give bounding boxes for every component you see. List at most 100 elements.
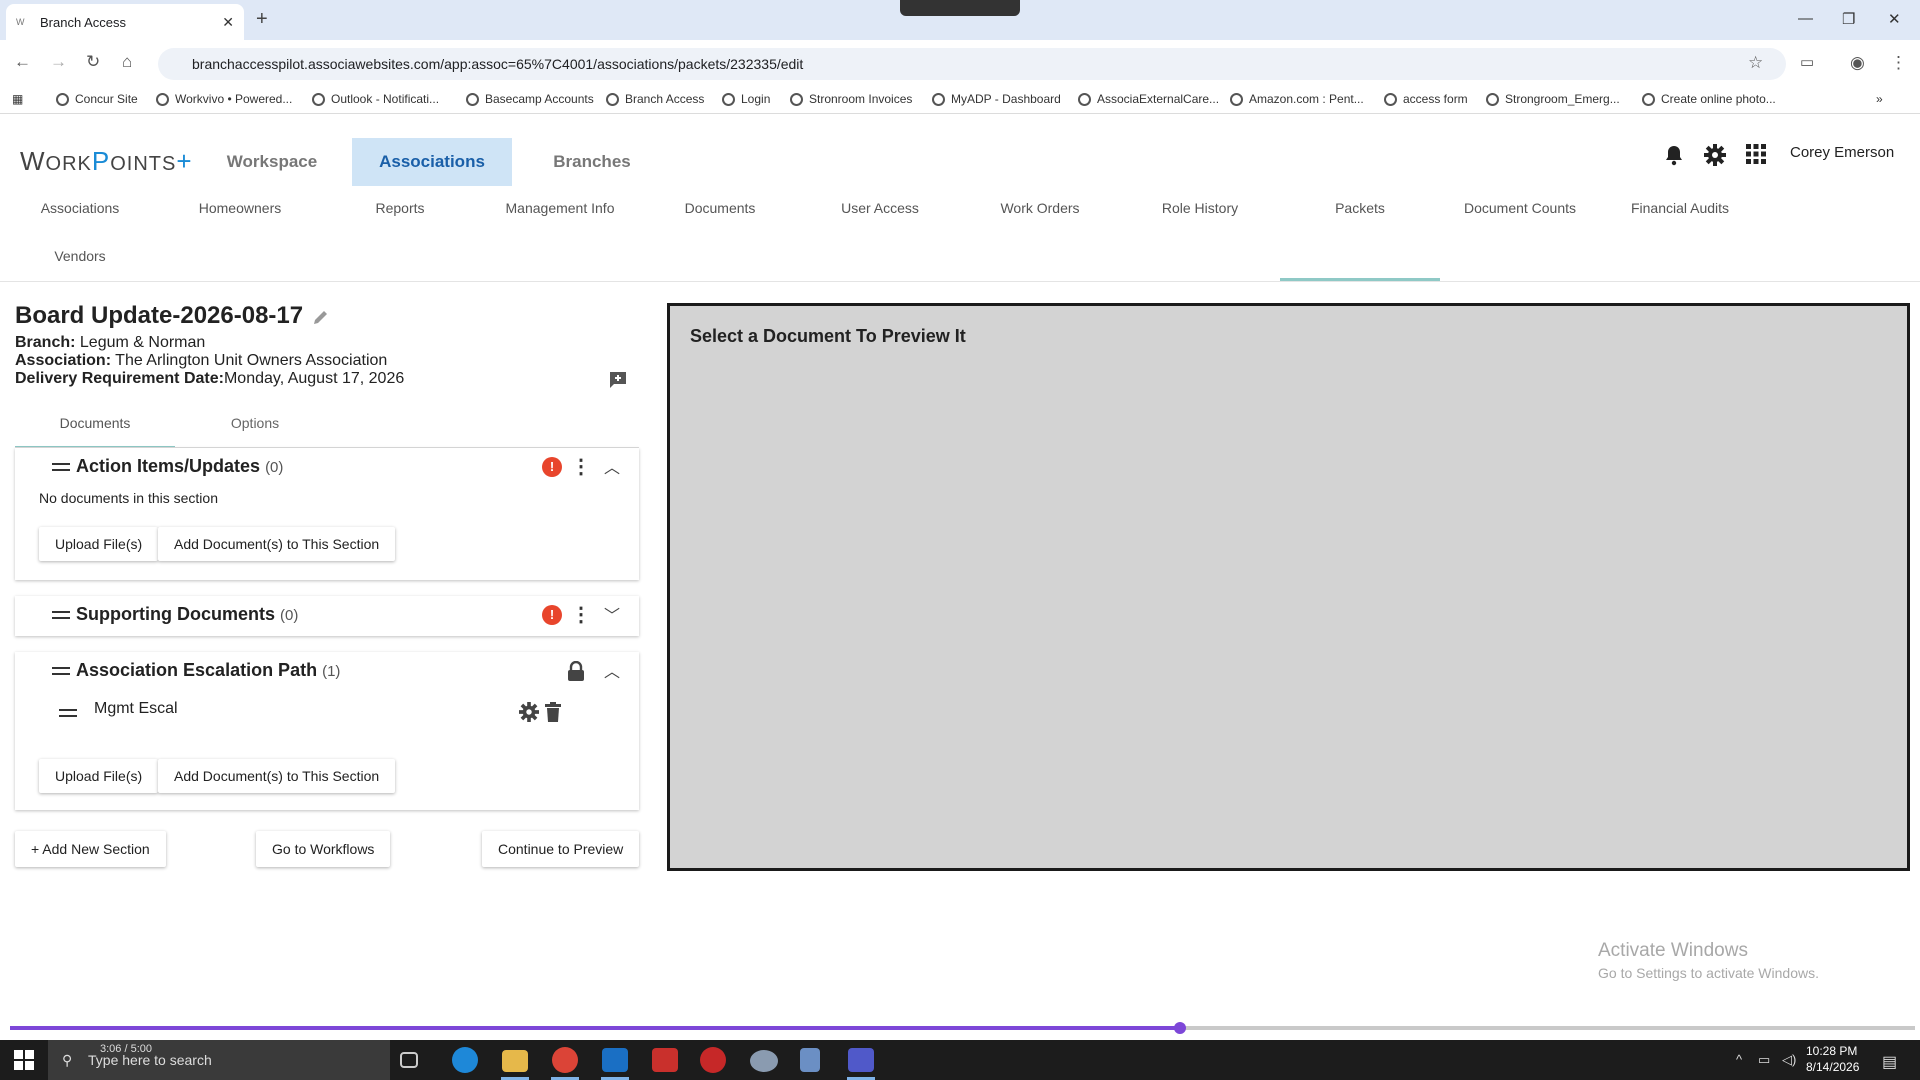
close-window-icon[interactable]: ✕ — [1888, 10, 1901, 28]
continue-to-preview-button[interactable]: Continue to Preview — [482, 831, 640, 867]
bell-icon[interactable] — [1664, 144, 1684, 166]
chrome-icon[interactable] — [552, 1047, 578, 1073]
screen-share-handle[interactable] — [900, 0, 1020, 16]
notification-icon[interactable]: ▤ — [1882, 1052, 1897, 1072]
tab-associations[interactable]: Associations — [352, 138, 512, 186]
subnav-document-counts[interactable]: Document Counts — [1450, 200, 1590, 216]
tab-documents[interactable]: Documents — [15, 412, 175, 448]
tray-chevron-icon[interactable]: ^ — [1736, 1052, 1742, 1067]
bookmark-item[interactable]: Amazon.com : Pent... — [1230, 92, 1364, 106]
app-cloud-icon[interactable] — [750, 1050, 778, 1072]
subnav-reports[interactable]: Reports — [340, 200, 460, 216]
add-documents-button[interactable]: Add Document(s) to This Section — [158, 527, 396, 561]
edit-pencil-icon[interactable] — [312, 308, 330, 326]
subnav-associations[interactable]: Associations — [20, 200, 140, 216]
bookmark-item[interactable]: Basecamp Accounts — [466, 92, 594, 106]
tab-branches[interactable]: Branches — [534, 138, 650, 186]
gear-icon[interactable] — [1704, 144, 1726, 166]
back-icon[interactable]: ← — [14, 52, 31, 72]
upload-files-button[interactable]: Upload File(s) — [39, 759, 159, 793]
notepad-icon[interactable] — [800, 1048, 820, 1072]
lock-icon — [567, 661, 585, 681]
minimize-icon[interactable]: — — [1798, 10, 1813, 27]
bookmark-icon — [1078, 92, 1091, 106]
add-documents-button[interactable]: Add Document(s) to This Section — [158, 759, 396, 793]
user-name[interactable]: Corey Emerson — [1790, 144, 1894, 161]
task-view-icon[interactable] — [400, 1052, 418, 1068]
reload-icon[interactable]: ↻ — [86, 52, 100, 72]
bookmark-item[interactable]: Strongroom_Emerg... — [1486, 92, 1620, 106]
tab-options[interactable]: Options — [190, 412, 320, 434]
url-bar[interactable]: branchaccesspilot.associawebsites.com/ap… — [158, 48, 1786, 80]
section-menu-icon[interactable]: ⋮ — [571, 457, 591, 477]
drag-handle-icon[interactable] — [52, 611, 70, 619]
subnav-vendors[interactable]: Vendors — [20, 248, 140, 264]
system-clock[interactable]: 10:28 PM 8/14/2026 — [1806, 1043, 1859, 1075]
add-comment-icon[interactable] — [608, 370, 628, 390]
document-drag-handle-icon[interactable] — [59, 709, 77, 717]
document-preview-pane: Select a Document To Preview It — [667, 303, 1910, 871]
section-menu-icon[interactable]: ⋮ — [571, 605, 591, 625]
volume-icon[interactable]: ◁) — [1782, 1052, 1796, 1068]
bookmark-item[interactable]: MyADP - Dashboard — [932, 92, 1061, 106]
bookmark-item[interactable]: Branch Access — [606, 92, 704, 106]
outlook-icon[interactable] — [602, 1048, 628, 1072]
app-launcher-icon[interactable] — [1746, 144, 1766, 164]
bookmark-item[interactable]: Workvivo • Powered... — [156, 92, 292, 106]
bookmark-item[interactable]: Outlook - Notificati... — [312, 92, 439, 106]
bookmark-icon — [1486, 92, 1499, 106]
tab-workspace[interactable]: Workspace — [214, 138, 330, 186]
bookmark-item[interactable]: Login — [722, 92, 770, 106]
bookmark-star-icon[interactable]: ☆ — [1748, 53, 1763, 73]
pdf-icon[interactable] — [652, 1048, 678, 1072]
document-settings-gear-icon[interactable] — [519, 702, 539, 722]
expand-chevron-icon[interactable]: ﹀ — [604, 602, 620, 626]
bookmark-item[interactable]: Stronroom Invoices — [790, 92, 912, 106]
subnav-documents[interactable]: Documents — [660, 200, 780, 216]
bookmark-item[interactable]: Concur Site — [56, 92, 138, 106]
browser-tab[interactable]: W Branch Access ✕ — [6, 4, 244, 40]
browser-tab-strip: W Branch Access ✕ + — ❐ ✕ — [0, 0, 1920, 40]
subnav-work-orders[interactable]: Work Orders — [980, 200, 1100, 216]
video-progress-bar[interactable] — [10, 1022, 1915, 1034]
trash-icon[interactable] — [545, 702, 561, 722]
restore-icon[interactable]: ❐ — [1842, 10, 1855, 28]
cast-icon[interactable]: ▭ — [1800, 53, 1814, 71]
apps-grid-icon[interactable]: ▦ — [12, 92, 23, 106]
subnav-role-history[interactable]: Role History — [1140, 200, 1260, 216]
subnav-financial-audits[interactable]: Financial Audits — [1610, 200, 1750, 216]
add-new-section-button[interactable]: + Add New Section — [15, 831, 166, 867]
app-red-icon[interactable] — [700, 1047, 726, 1073]
drag-handle-icon[interactable] — [52, 667, 70, 675]
edge-icon[interactable] — [452, 1047, 478, 1073]
subnav-homeowners[interactable]: Homeowners — [180, 200, 300, 216]
windows-start-icon[interactable] — [14, 1050, 34, 1070]
video-progress-handle[interactable] — [1173, 1022, 1186, 1034]
close-tab-icon[interactable]: ✕ — [222, 14, 234, 31]
collapse-chevron-icon[interactable]: ︿ — [604, 658, 620, 682]
bookmark-label: Stronroom Invoices — [809, 92, 913, 106]
upload-files-button[interactable]: Upload File(s) — [39, 527, 159, 561]
collapse-chevron-icon[interactable]: ︿ — [604, 454, 620, 478]
profile-icon[interactable]: ◉ — [1850, 53, 1865, 73]
subnav-management-info[interactable]: Management Info — [490, 200, 630, 216]
section-count: (0) — [280, 607, 299, 624]
bookmark-item[interactable]: AssociaExternalCare... — [1078, 92, 1219, 106]
bookmark-item[interactable]: Create online photo... — [1642, 92, 1776, 106]
network-icon[interactable]: ▭ — [1758, 1052, 1770, 1068]
browser-menu-icon[interactable]: ⋮ — [1890, 53, 1907, 73]
forward-icon[interactable]: → — [50, 52, 67, 72]
teams-icon[interactable] — [848, 1048, 874, 1072]
more-bookmarks-icon[interactable]: » — [1876, 92, 1883, 106]
bookmark-item[interactable]: access form — [1384, 92, 1468, 106]
new-tab-icon[interactable]: + — [256, 8, 268, 31]
go-to-workflows-button[interactable]: Go to Workflows — [256, 831, 391, 867]
document-name[interactable]: Mgmt Escal — [94, 700, 178, 718]
drag-handle-icon[interactable] — [52, 463, 70, 471]
file-explorer-icon[interactable] — [502, 1050, 528, 1072]
empty-section-text: No documents in this section — [39, 490, 218, 506]
subnav-user-access[interactable]: User Access — [820, 200, 940, 216]
subnav-packets[interactable]: Packets — [1300, 200, 1420, 216]
bookmark-icon — [312, 92, 325, 106]
home-icon[interactable]: ⌂ — [122, 52, 132, 72]
